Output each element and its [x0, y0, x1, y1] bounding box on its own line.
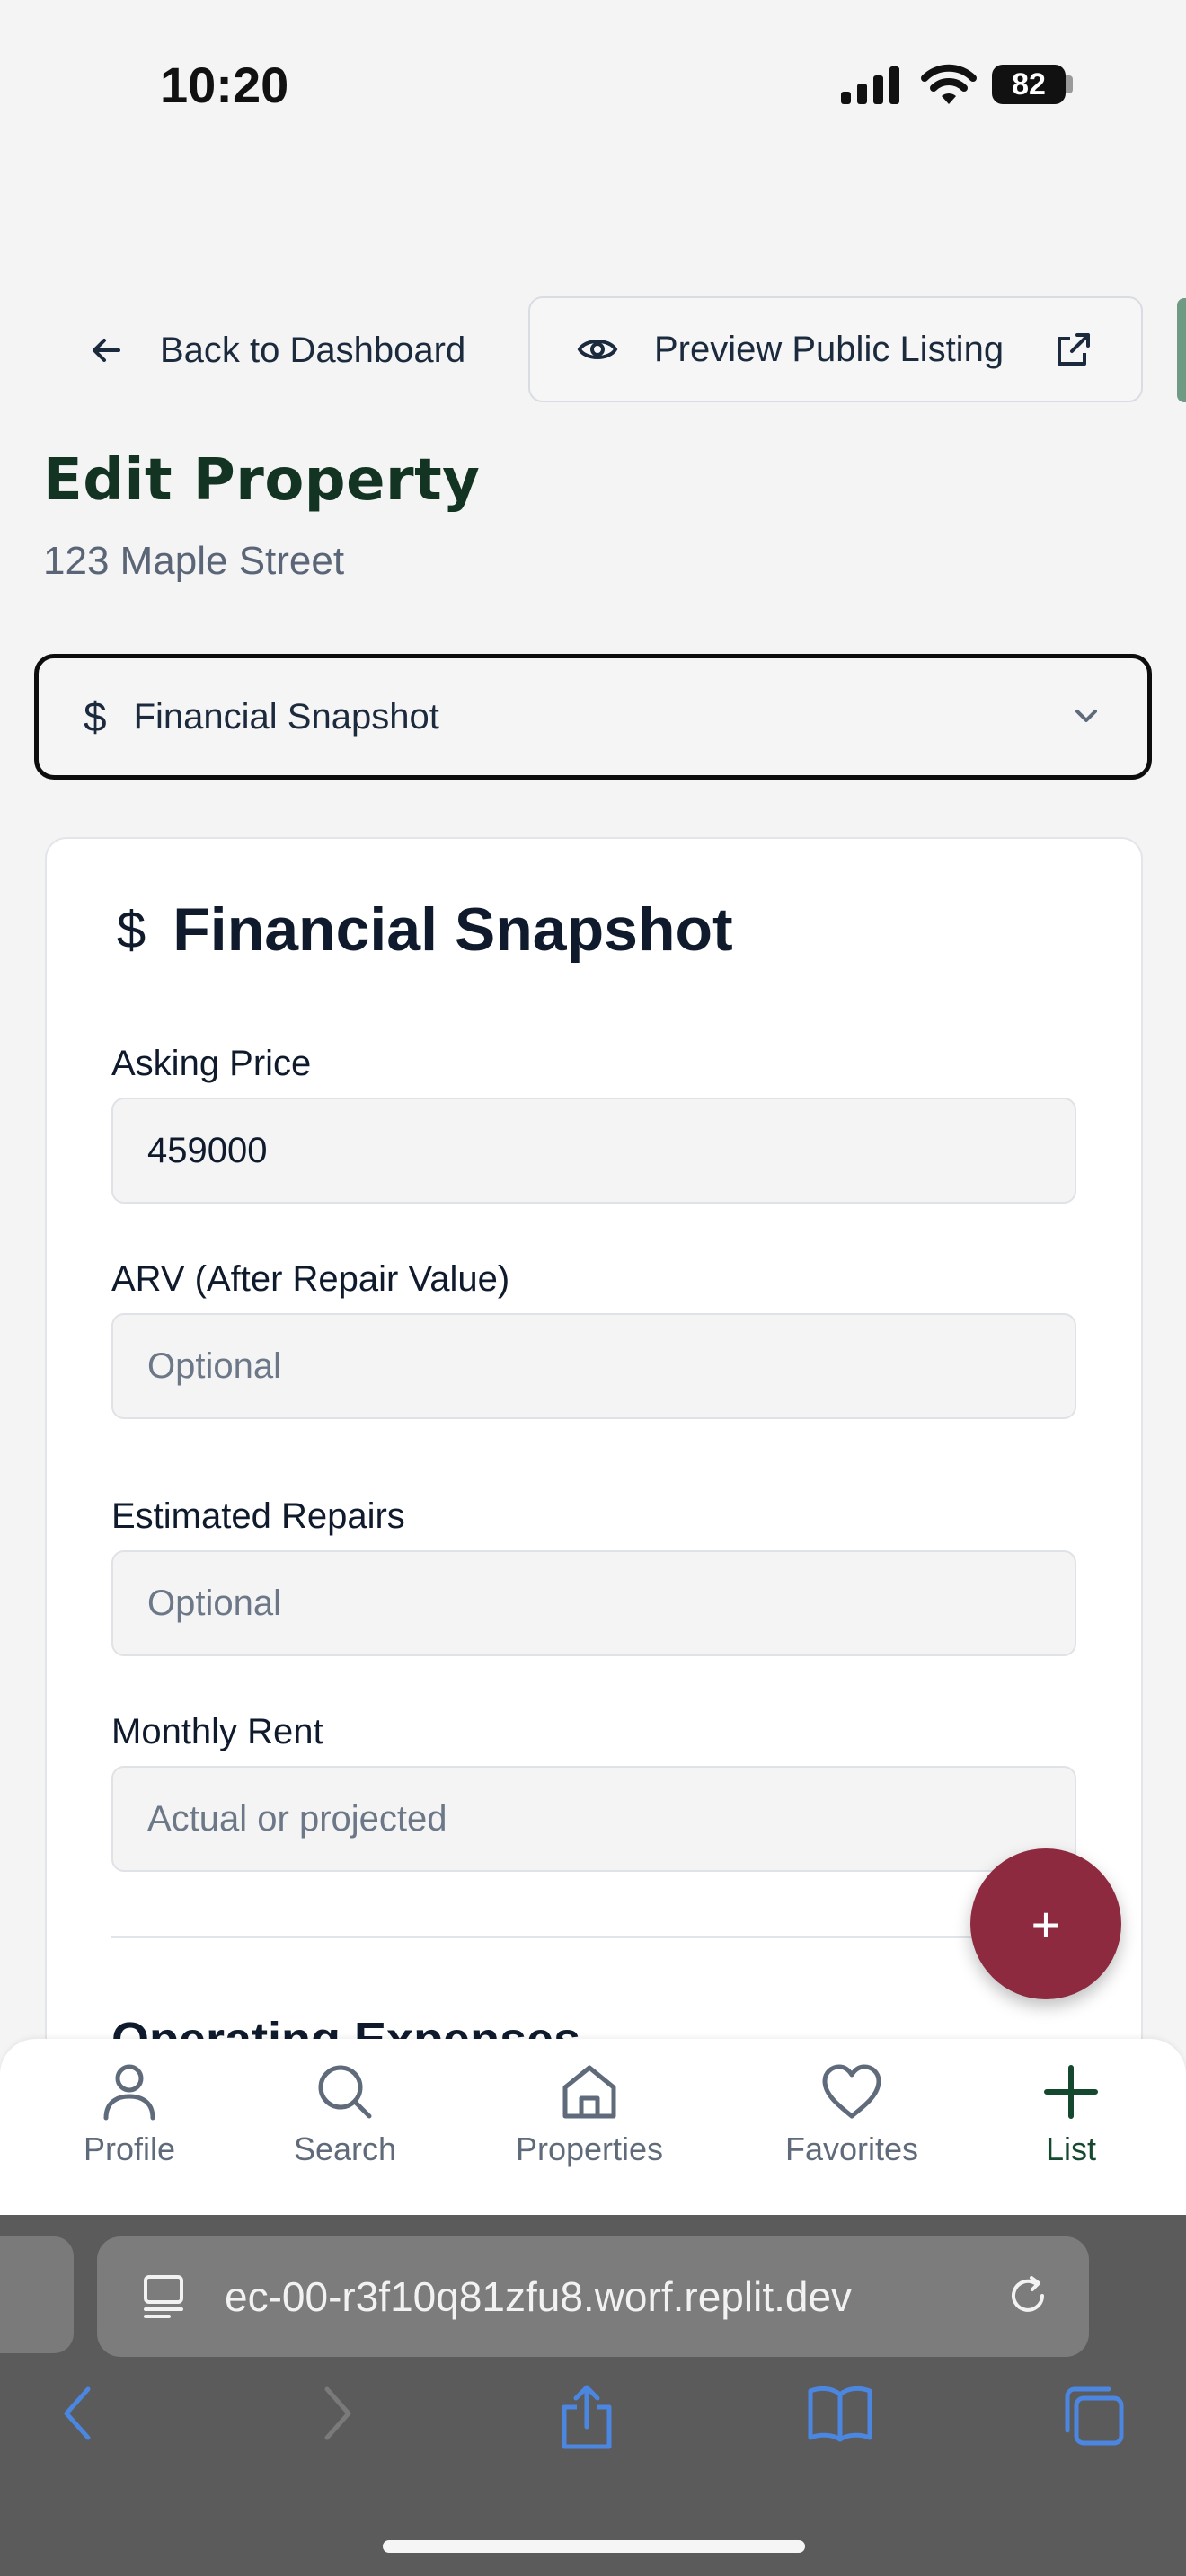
external-link-icon [1058, 333, 1091, 366]
nav-item-favorites[interactable]: Favorites [753, 2062, 951, 2197]
page-subtitle: 123 Maple Street [43, 539, 345, 583]
battery-indicator: 82 [992, 65, 1066, 104]
heart-icon [822, 2064, 881, 2119]
nav-item-profile[interactable]: Profile [31, 2062, 228, 2197]
tabs-icon[interactable] [1062, 2384, 1127, 2448]
page-menu-icon[interactable] [142, 2273, 185, 2320]
url-text: ec-00-r3f10q81zfu8.worf.replit.dev [225, 2273, 853, 2320]
app-screen: 10:20 82 Back to Dashboard Preview Publi… [0, 0, 1186, 2576]
preview-public-listing-button[interactable]: Preview Public Listing [528, 296, 1143, 402]
nav-label-search: Search [293, 2130, 397, 2167]
dollar-icon: $ [84, 693, 107, 740]
eye-icon [577, 340, 618, 359]
previous-tab-stub[interactable] [0, 2236, 74, 2353]
estimated-repairs-input[interactable] [111, 1550, 1076, 1656]
chevron-down-icon [1075, 710, 1097, 722]
nav-item-list[interactable]: List [972, 2062, 1170, 2197]
divider [111, 1936, 1076, 1938]
search-icon [318, 2065, 372, 2119]
nav-item-search[interactable]: Search [246, 2062, 444, 2197]
bookmarks-icon[interactable] [807, 2384, 873, 2443]
address-bar[interactable]: ec-00-r3f10q81zfu8.worf.replit.dev [97, 2236, 1089, 2357]
status-time: 10:20 [160, 57, 289, 113]
back-arrow-icon[interactable] [58, 2384, 97, 2443]
share-icon[interactable] [559, 2384, 615, 2452]
nav-label-list: List [1045, 2130, 1097, 2167]
forward-arrow-icon[interactable] [318, 2384, 358, 2443]
card-title-text: Financial Snapshot [173, 895, 733, 964]
monthly-rent-label: Monthly Rent [111, 1712, 323, 1751]
bottom-navigation: Profile Search Properties Favorites List [0, 2039, 1186, 2215]
page-title: Edit Property [43, 447, 481, 514]
add-fab-button[interactable]: + [970, 1848, 1121, 1999]
plus-icon [1044, 2065, 1098, 2119]
card-title: $ Financial Snapshot [117, 895, 733, 965]
home-icon [562, 2065, 616, 2119]
status-bar: 10:20 82 [0, 0, 1186, 171]
back-to-dashboard-label: Back to Dashboard [160, 330, 466, 370]
section-select-value: Financial Snapshot [133, 696, 439, 737]
back-to-dashboard-button[interactable]: Back to Dashboard [66, 296, 516, 404]
dollar-icon: $ [117, 900, 146, 959]
arrow-left-icon [93, 339, 120, 362]
asking-price-label: Asking Price [111, 1044, 312, 1083]
cellular-signal-icon [841, 66, 899, 104]
preview-public-listing-label: Preview Public Listing [654, 329, 1005, 369]
nav-item-properties[interactable]: Properties [491, 2062, 688, 2197]
arv-input[interactable] [111, 1313, 1076, 1419]
monthly-rent-input[interactable] [111, 1766, 1076, 1872]
browser-toolbar: ec-00-r3f10q81zfu8.worf.replit.dev [0, 2215, 1186, 2576]
nav-label-properties: Properties [515, 2130, 664, 2167]
nav-label-profile: Profile [83, 2130, 176, 2167]
battery-cap [1066, 75, 1073, 93]
section-select[interactable]: $ Financial Snapshot [34, 654, 1152, 780]
side-tab[interactable] [1177, 298, 1186, 402]
person-icon [103, 2064, 155, 2121]
home-indicator [383, 2540, 805, 2553]
reload-icon[interactable] [1005, 2272, 1051, 2319]
wifi-icon [921, 64, 977, 104]
estimated-repairs-label: Estimated Repairs [111, 1496, 405, 1536]
asking-price-input[interactable] [111, 1098, 1076, 1204]
nav-label-favorites: Favorites [784, 2130, 919, 2167]
arv-label: ARV (After Repair Value) [111, 1259, 510, 1299]
